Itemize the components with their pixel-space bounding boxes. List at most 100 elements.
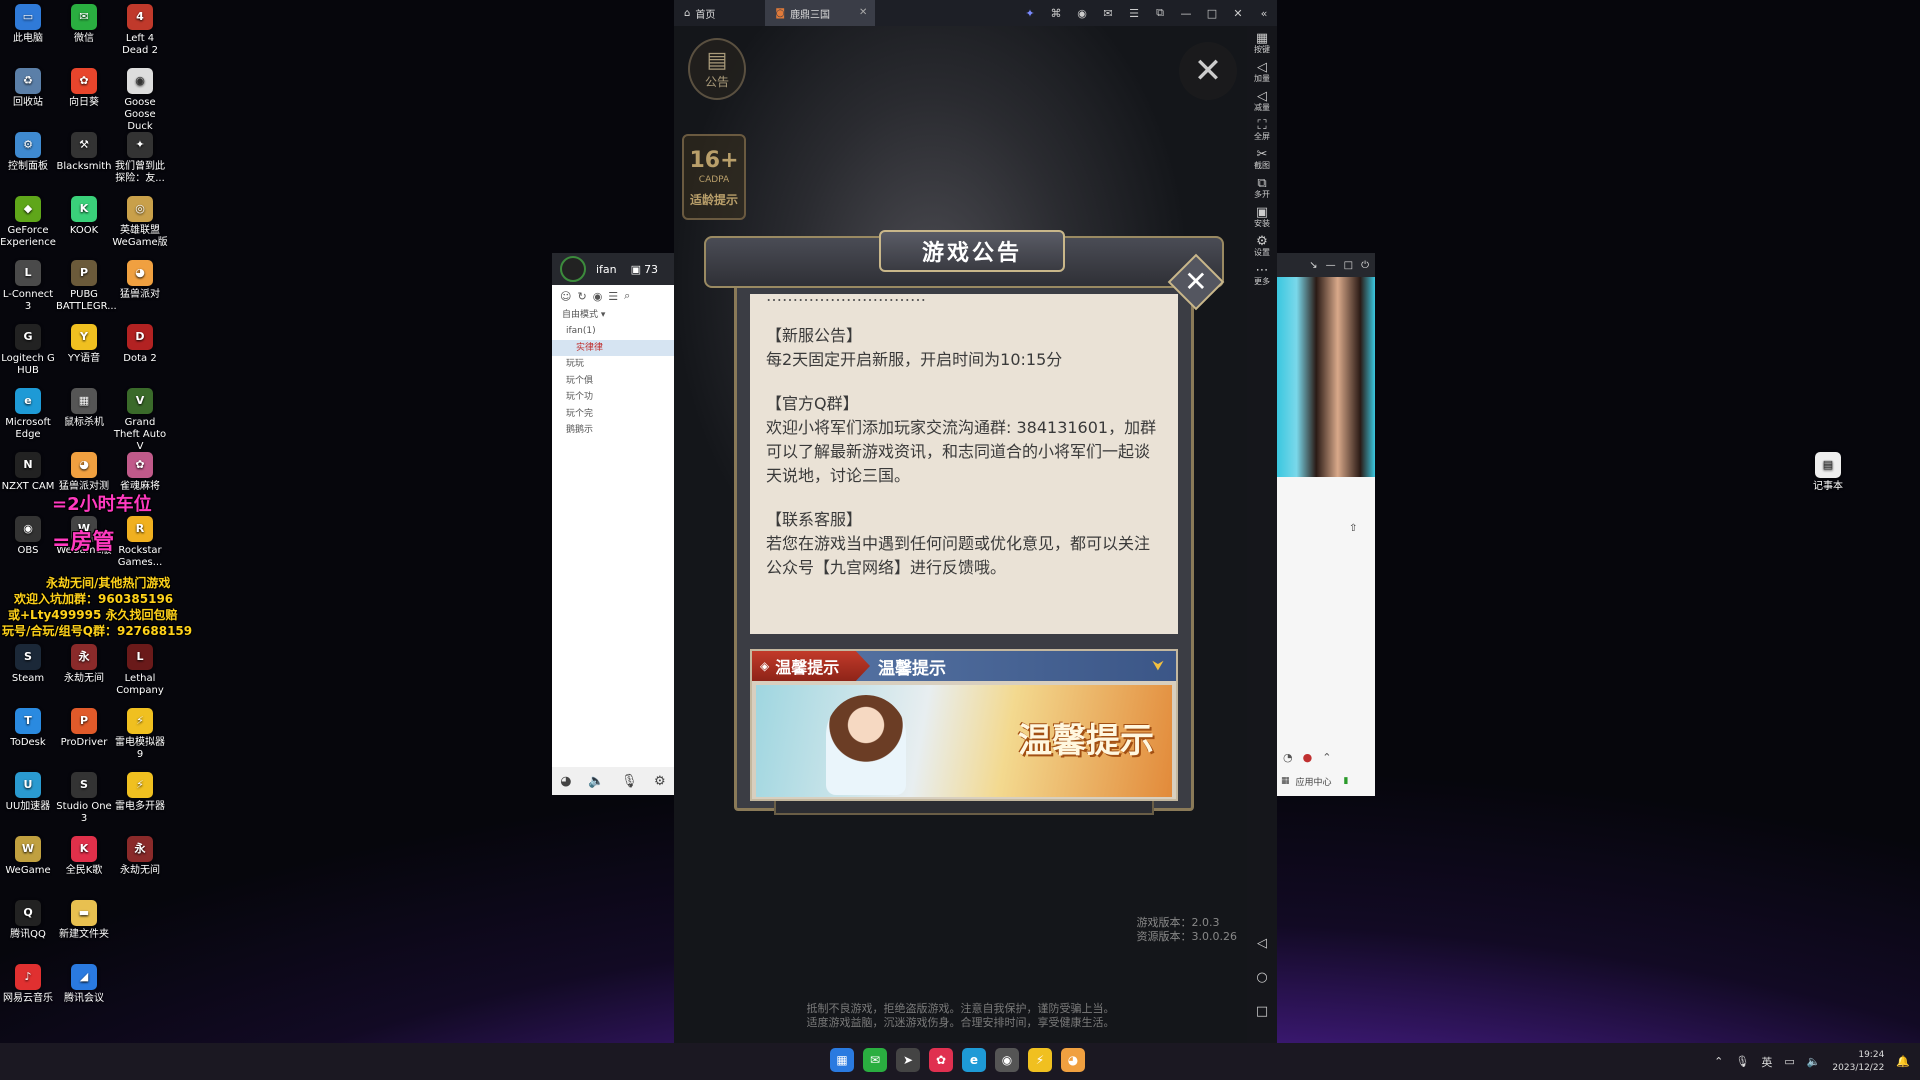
channel-item[interactable]: ifan(1): [552, 323, 674, 340]
avatar-icon[interactable]: ◕: [560, 774, 571, 789]
mic-icon[interactable]: ●: [1303, 751, 1313, 764]
desktop-icon[interactable]: T ToDesk: [0, 708, 56, 749]
desktop-icon[interactable]: K KOOK: [56, 196, 112, 237]
user-icon[interactable]: ☺: [560, 290, 571, 303]
recents-icon[interactable]: □: [1247, 1004, 1277, 1019]
tab-home[interactable]: ⌂ 首页: [674, 0, 725, 26]
gamepad-icon[interactable]: ⌘: [1047, 4, 1065, 22]
desktop-icon[interactable]: W WeGame: [0, 836, 56, 877]
channel-item[interactable]: 玩个俱: [552, 373, 674, 390]
maximize-icon[interactable]: □: [1203, 4, 1221, 22]
app-center-label[interactable]: 应用中心: [1296, 775, 1332, 788]
desktop-icon[interactable]: ▬ 新建文件夹: [56, 900, 112, 941]
ldplayer-icon[interactable]: ⚡: [1028, 1048, 1052, 1072]
refresh-icon[interactable]: ↻: [577, 290, 586, 303]
channel-item[interactable]: 鹅鹅示: [552, 422, 674, 439]
desktop-icon[interactable]: ⚡ 雷电多开器: [112, 772, 168, 813]
desktop-icon[interactable]: P PUBG BATTLEGR...: [56, 260, 117, 313]
desktop-icon[interactable]: ▭ 此电脑: [0, 4, 56, 45]
sidebar-item-fullscreen[interactable]: ⛶ 全屏: [1247, 119, 1277, 142]
close-icon[interactable]: ✕: [1229, 4, 1247, 22]
desktop-icon[interactable]: ◎ 英雄联盟WeGame版: [112, 196, 168, 249]
extension-icon[interactable]: ✦: [1021, 4, 1039, 22]
desktop-icon[interactable]: ◕ 猛兽派对测: [56, 452, 112, 493]
desktop-icon[interactable]: R Rockstar Games...: [112, 516, 168, 569]
desktop-icon[interactable]: ⚙ 控制面板: [0, 132, 56, 173]
sidebar-item-keymap[interactable]: ▦ 按键: [1247, 32, 1277, 55]
power-icon[interactable]: ⏻: [1361, 260, 1369, 271]
sidebar-item-volume-up[interactable]: ◁ 加量: [1247, 61, 1277, 84]
desktop-icon[interactable]: L Lethal Company: [112, 644, 168, 697]
start-icon[interactable]: ▦: [830, 1048, 854, 1072]
desktop-icon[interactable]: ◉ Goose Goose Duck: [112, 68, 168, 133]
message-icon[interactable]: ▣: [631, 263, 641, 276]
channel-item[interactable]: 玩个完: [552, 406, 674, 423]
app-icon[interactable]: ➤: [896, 1048, 920, 1072]
desktop-icon[interactable]: ▦ 鼠标杀机: [56, 388, 112, 429]
menu-icon[interactable]: ☰: [1125, 4, 1143, 22]
search-icon[interactable]: ⌕: [624, 289, 630, 303]
desktop-icon[interactable]: 永永劫无间: [56, 644, 112, 685]
settings-icon[interactable]: ⚙: [654, 774, 666, 789]
list-icon[interactable]: ☰: [608, 290, 618, 303]
desktop-icon[interactable]: Q 腾讯QQ: [0, 900, 56, 941]
sidebar-item-volume-down[interactable]: ◁ 减量: [1247, 90, 1277, 113]
clock[interactable]: 19:24 2023/12/22: [1832, 1049, 1884, 1075]
party-icon[interactable]: ◕: [1061, 1048, 1085, 1072]
wechat-icon[interactable]: ✉: [863, 1048, 887, 1072]
tab-warm-tips[interactable]: ◈ 温馨提示: [752, 651, 870, 681]
chat-mode-dropdown[interactable]: 自由模式 ▾: [552, 307, 674, 323]
desktop-icon[interactable]: ✦ 我们曾到此探险：友...: [112, 132, 168, 185]
chevron-down-icon[interactable]: ⮟: [1152, 658, 1164, 674]
upload-icon[interactable]: ⇧: [1349, 523, 1357, 534]
apps-icon[interactable]: ▦: [1281, 776, 1290, 786]
desktop-icon[interactable]: N NZXT CAM: [0, 452, 56, 493]
desktop-icon[interactable]: L L-Connect 3: [0, 260, 56, 313]
desktop-icon[interactable]: D Dota 2: [112, 324, 168, 365]
desktop-icon[interactable]: V Grand Theft Auto V: [112, 388, 168, 453]
minimize-icon[interactable]: —: [1326, 260, 1336, 271]
ime-indicator[interactable]: 英: [1761, 1054, 1772, 1070]
desktop-icon[interactable]: P ProDriver: [56, 708, 112, 749]
chevron-up-icon[interactable]: ⌃: [1322, 751, 1331, 764]
desktop-icon[interactable]: 4 Left 4 Dead 2: [112, 4, 168, 57]
music-icon[interactable]: ✿: [929, 1048, 953, 1072]
desktop-icon[interactable]: ⚡ 雷电模拟器9: [112, 708, 168, 761]
desktop-icon[interactable]: ♪ 网易云音乐: [0, 964, 56, 1005]
desktop-icon[interactable]: ◆ GeForce Experience: [0, 196, 56, 249]
chat-bubble-icon[interactable]: ◔: [1283, 751, 1293, 764]
desktop-icon[interactable]: ⚒ Blacksmith: [56, 132, 112, 173]
warm-tips-banner[interactable]: 温馨提示: [756, 685, 1172, 797]
desktop-icon[interactable]: U UU加速器: [0, 772, 56, 813]
back-icon[interactable]: ◁: [1247, 936, 1277, 951]
mic-icon[interactable]: 🎙: [1735, 1055, 1749, 1068]
desktop-icon[interactable]: Y YY语音: [56, 324, 112, 365]
notification-icon[interactable]: 🔔: [1896, 1055, 1910, 1068]
avatar[interactable]: [560, 256, 586, 282]
maximize-icon[interactable]: □: [1344, 260, 1353, 271]
desktop-icon[interactable]: S Steam: [0, 644, 56, 685]
channel-item[interactable]: 玩个功: [552, 389, 674, 406]
desktop-icon-notepad[interactable]: ▤ 记事本: [1800, 452, 1856, 493]
home-icon[interactable]: ○: [1247, 970, 1277, 985]
desktop-icon[interactable]: ◉ OBS: [0, 516, 56, 557]
account-icon[interactable]: ◉: [1073, 4, 1091, 22]
location-icon[interactable]: ◉: [593, 290, 603, 303]
sidebar-item-screenshot[interactable]: ✂ 截图: [1247, 148, 1277, 171]
desktop-icon[interactable]: ✿ 雀魂麻将: [112, 452, 168, 493]
tools-button[interactable]: ✕: [1179, 42, 1237, 100]
channel-item-active[interactable]: 实律律: [552, 339, 674, 356]
pin-icon[interactable]: ↘: [1309, 260, 1317, 271]
desktop-icon[interactable]: S Studio One 3: [56, 772, 112, 825]
volume-icon[interactable]: 🔈: [1807, 1055, 1821, 1068]
tab-game[interactable]: ◙ 鹿鼎三国 ✕: [765, 0, 876, 26]
desktop-icon[interactable]: ✿ 向日葵: [56, 68, 112, 109]
speaker-icon[interactable]: 🔈: [588, 774, 604, 789]
mic-icon[interactable]: 🎙: [621, 774, 638, 789]
channel-item[interactable]: 玩玩: [552, 356, 674, 373]
sidebar-item-settings[interactable]: ⚙ 设置: [1247, 235, 1277, 258]
mail-icon[interactable]: ✉: [1099, 4, 1117, 22]
desktop-icon[interactable]: ◢ 腾讯会议: [56, 964, 112, 1005]
desktop-icon[interactable]: K 全民K歌: [56, 836, 112, 877]
notice-button[interactable]: ▤ 公告: [688, 38, 746, 100]
